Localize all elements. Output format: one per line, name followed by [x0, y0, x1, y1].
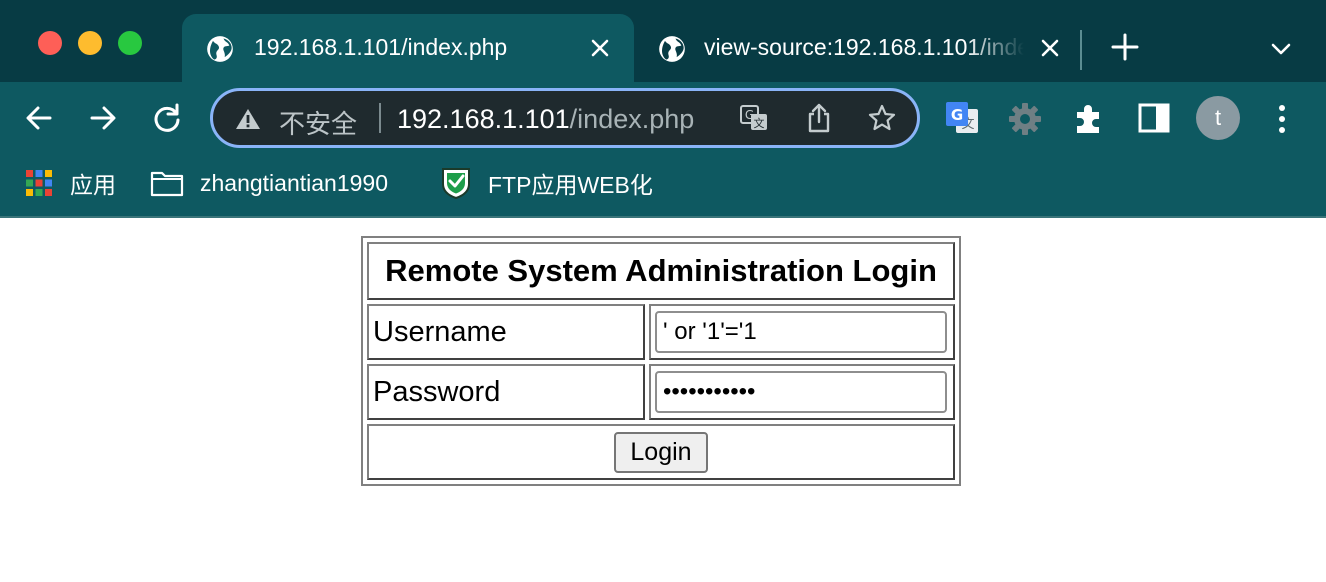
chevron-down-icon[interactable] — [1268, 36, 1294, 62]
tab-title: 192.168.1.101/index.php — [254, 34, 508, 60]
tab-title: view-source:192.168.1.101/index.php — [704, 34, 1024, 60]
svg-text:文: 文 — [754, 116, 765, 130]
forward-arrow-icon[interactable] — [86, 101, 120, 135]
tab-view-source[interactable]: view-source:192.168.1.101/index.php — [636, 14, 1076, 82]
side-panel-icon[interactable] — [1138, 103, 1170, 133]
apps-grid-icon — [26, 170, 52, 196]
url-host: 192.168.1.101 — [397, 104, 570, 134]
tab-strip: 192.168.1.101/index.php view-source:192.… — [0, 0, 1326, 82]
address-bar[interactable]: 不安全 192.168.1.101/index.php G 文 — [210, 88, 920, 148]
username-input[interactable] — [655, 311, 947, 353]
window-close-button[interactable] — [38, 31, 62, 55]
back-arrow-icon[interactable] — [22, 101, 56, 135]
share-icon[interactable] — [805, 102, 833, 134]
bookmark-label: zhangtiantian1990 — [200, 169, 388, 196]
username-cell — [649, 304, 955, 360]
google-translate-extension-icon[interactable]: 文 G — [944, 100, 980, 136]
username-label: Username — [367, 304, 645, 360]
tab-separator — [1080, 30, 1082, 70]
bookmarks-bar: 应用 zhangtiantian1990 FTP应用WEB化 — [0, 154, 1326, 218]
globe-icon — [207, 36, 233, 62]
warning-triangle-icon[interactable] — [235, 107, 261, 131]
window-minimize-button[interactable] — [78, 31, 102, 55]
password-input[interactable] — [655, 371, 947, 413]
url-text[interactable]: 192.168.1.101/index.php — [397, 104, 694, 135]
folder-icon — [150, 171, 184, 197]
close-tab-icon[interactable] — [1038, 36, 1062, 60]
bookmark-folder-zhangtiantian1990[interactable]: zhangtiantian1990 — [150, 166, 388, 200]
globe-icon — [659, 36, 685, 62]
close-tab-icon[interactable] — [588, 36, 612, 60]
url-path: /index.php — [569, 104, 695, 134]
submit-cell: Login — [367, 424, 955, 480]
profile-avatar[interactable]: t — [1196, 96, 1240, 140]
more-menu-icon[interactable] — [1270, 102, 1294, 136]
tab-index-php[interactable]: 192.168.1.101/index.php — [182, 14, 634, 82]
page-title: Remote System Administration Login — [367, 242, 955, 300]
new-tab-icon[interactable] — [1110, 32, 1140, 62]
address-divider — [379, 103, 381, 133]
window-zoom-button[interactable] — [118, 31, 142, 55]
extensions-puzzle-icon[interactable] — [1072, 102, 1106, 136]
shield-check-icon — [442, 168, 470, 200]
bookmark-star-icon[interactable] — [867, 103, 897, 133]
password-cell — [649, 364, 955, 420]
password-label: Password — [367, 364, 645, 420]
svg-text:G: G — [951, 106, 963, 124]
browser-toolbar: 不安全 192.168.1.101/index.php G 文 文 G t — [0, 82, 1326, 154]
security-status-label[interactable]: 不安全 — [279, 104, 357, 141]
translate-icon[interactable]: G 文 — [739, 103, 769, 133]
bookmark-label: FTP应用WEB化 — [488, 172, 653, 198]
login-form-table: Remote System Administration Login Usern… — [361, 236, 961, 486]
reload-icon[interactable] — [150, 101, 184, 135]
bookmark-label: 应用 — [70, 172, 116, 198]
gear-extension-icon[interactable] — [1008, 102, 1042, 136]
bookmark-ftp-web[interactable]: FTP应用WEB化 — [440, 166, 653, 200]
login-button[interactable]: Login — [614, 431, 708, 473]
bookmark-apps[interactable]: 应用 — [24, 166, 116, 200]
